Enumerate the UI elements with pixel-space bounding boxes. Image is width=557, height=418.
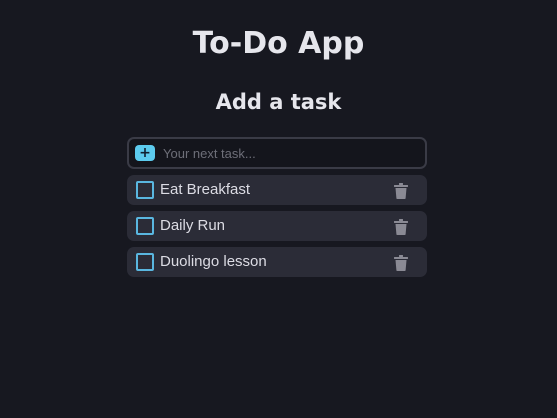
task-item: Duolingo lesson	[127, 247, 427, 277]
task-input[interactable]	[163, 141, 425, 165]
trash-icon[interactable]	[394, 255, 408, 271]
task-checkbox[interactable]	[136, 217, 154, 235]
task-checkbox[interactable]	[136, 253, 154, 271]
plus-icon[interactable]: +	[135, 145, 155, 161]
todo-app: To-Do App Add a task + Eat Breakfast Dai…	[0, 0, 557, 418]
task-item: Daily Run	[127, 211, 427, 241]
trash-icon[interactable]	[394, 183, 408, 199]
task-list: Eat Breakfast Daily Run Duolingo lesson	[127, 175, 427, 283]
task-label: Daily Run	[160, 217, 226, 234]
add-task-heading: Add a task	[215, 90, 342, 114]
task-label: Duolingo lesson	[160, 253, 267, 270]
app-title: To-Do App	[192, 26, 365, 61]
task-checkbox[interactable]	[136, 181, 154, 199]
task-item: Eat Breakfast	[127, 175, 427, 205]
task-label: Eat Breakfast	[160, 181, 251, 198]
add-task-field[interactable]: +	[127, 137, 427, 169]
trash-icon[interactable]	[394, 219, 408, 235]
